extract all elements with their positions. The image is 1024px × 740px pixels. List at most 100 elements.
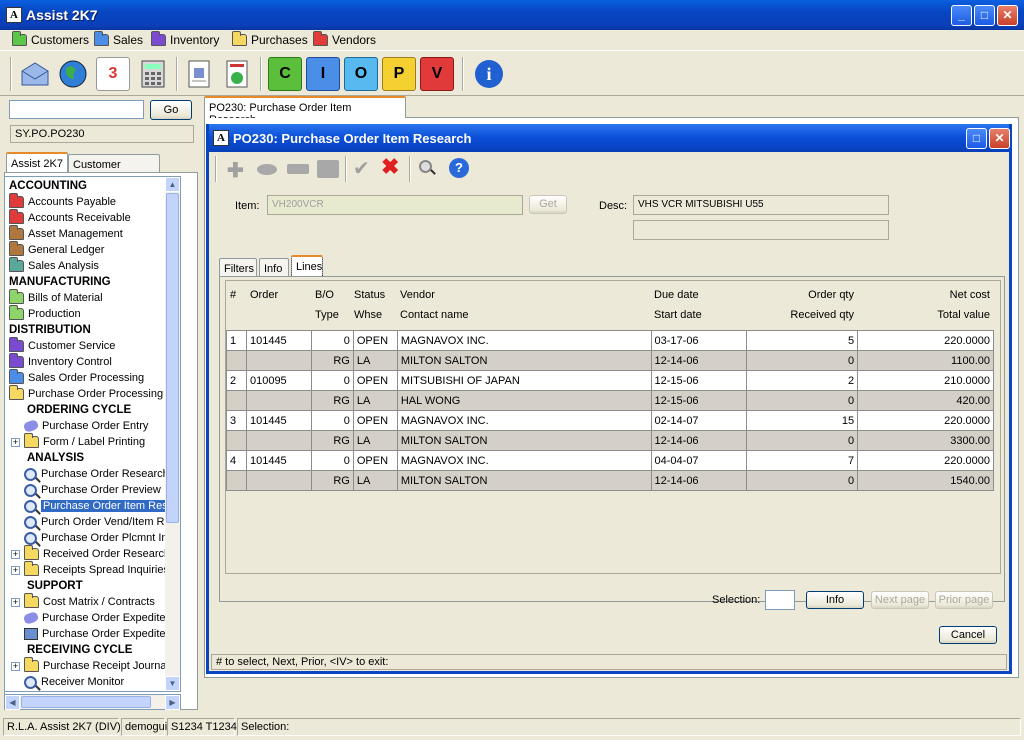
table-row[interactable]: 2 010095 0 OPEN MITSUBISHI OF JAPAN 12-15-06 2… [226, 370, 994, 391]
add-icon[interactable]: ✚ [227, 158, 244, 183]
table-row[interactable]: 3 101445 0 OPEN MAGNAVOX INC. 02-14-07 15 220.0… [226, 410, 994, 431]
scroll-down-icon[interactable]: ▼ [165, 676, 180, 691]
tree-item[interactable]: Purchase Order Plcmnt Inq [11, 530, 174, 546]
tree-item[interactable]: Purch Order Vend/Item Re [11, 514, 171, 530]
cell-empty [226, 470, 247, 491]
tree-item[interactable]: + Received Order Researche [11, 545, 176, 562]
expand-icon[interactable]: + [11, 597, 20, 607]
tree-item[interactable]: Purchase Order Expedite R [11, 626, 177, 642]
get-button[interactable]: Get [529, 195, 567, 214]
table-subrow[interactable]: RG LA MILTON SALTON 12-14-06 0 3300.00 [226, 430, 994, 451]
tree-item[interactable]: Production [9, 305, 81, 322]
scroll-left-icon[interactable]: ◀ [5, 695, 20, 710]
scroll-thumb[interactable] [166, 193, 179, 523]
orders-shortcut-button[interactable]: O [344, 57, 378, 91]
table-subrow[interactable]: RG LA HAL WONG 12-15-06 0 420.00 [226, 390, 994, 411]
tree-item[interactable]: + Receipts Spread Inquiries [11, 561, 169, 578]
chart-report-icon[interactable] [220, 57, 254, 91]
menu-inventory[interactable]: Inventory [151, 31, 219, 48]
go-button[interactable]: Go [150, 100, 192, 120]
vendors-shortcut-button[interactable]: V [420, 57, 454, 91]
tree-item[interactable]: Purchase Order Expedite E [11, 610, 176, 626]
calendar-icon[interactable]: 3 [96, 57, 130, 91]
selection-input[interactable] [765, 590, 795, 610]
info-icon[interactable]: i [472, 57, 506, 91]
tab-assist-2k7[interactable]: Assist 2K7 [6, 152, 68, 174]
report-icon[interactable] [182, 57, 216, 91]
delete-line-icon[interactable] [287, 164, 309, 174]
tree-item[interactable]: Bills of Material [9, 289, 103, 306]
cancel-button[interactable]: Cancel [939, 626, 997, 644]
minimize-button[interactable]: _ [951, 5, 972, 26]
menu-customers[interactable]: Customers [12, 31, 89, 48]
tree-item[interactable]: Sales Order Processing [9, 369, 144, 386]
info-button[interactable]: Info [806, 591, 864, 609]
tree-item[interactable]: Purchase Order Item Rese [11, 498, 176, 514]
tab-filters[interactable]: Filters [219, 258, 257, 277]
table-subrow[interactable]: RG LA MILTON SALTON 12-14-06 0 1540.00 [226, 470, 994, 491]
tree-item[interactable]: General Ledger [9, 241, 104, 258]
scroll-up-icon[interactable]: ▲ [165, 177, 180, 192]
expand-icon[interactable]: + [11, 661, 20, 671]
tree-hscrollbar[interactable]: ◀ ▶ [4, 694, 181, 710]
next-page-button[interactable]: Next page [871, 591, 929, 609]
tree-item[interactable]: Receiver Monitor [11, 674, 124, 690]
tree-item[interactable]: Sales Analysis [9, 257, 99, 274]
menu-sales[interactable]: Sales [94, 31, 143, 48]
tree-item[interactable]: Accounts Receivable [9, 209, 131, 226]
cell-num: 3 [226, 410, 247, 431]
desc-label: Desc: [599, 200, 628, 212]
tab-customer-service[interactable]: Customer Service [68, 154, 160, 183]
table-subrow[interactable]: RG LA MILTON SALTON 12-14-06 0 1100.00 [226, 350, 994, 371]
tree-item[interactable]: + Form / Label Printing [11, 433, 145, 450]
cell-contact: MILTON SALTON [396, 350, 652, 371]
tab-lines[interactable]: Lines [291, 255, 323, 277]
accept-icon[interactable]: ✔ [353, 156, 370, 181]
hscroll-thumb[interactable] [21, 696, 151, 708]
dialog-maximize-button[interactable]: □ [966, 128, 987, 149]
search-icon[interactable] [419, 160, 432, 176]
tree-item[interactable]: + Purchase Receipt Journal [11, 657, 169, 674]
tree-item[interactable]: Purchase Order Entry [11, 418, 148, 434]
tree-item[interactable]: Accounts Payable [9, 193, 116, 210]
tree-item[interactable]: Purchase Order Processing [9, 385, 163, 402]
cell-status: OPEN [352, 410, 398, 431]
cell-net-cost: 220.0000 [857, 410, 994, 431]
table-row[interactable]: 1 101445 0 OPEN MAGNAVOX INC. 03-17-06 5 220.00… [226, 330, 994, 351]
expand-icon[interactable]: + [11, 565, 20, 575]
tree-item[interactable]: Customer Service [9, 337, 115, 354]
customers-shortcut-button[interactable]: C [268, 57, 302, 91]
tree-item[interactable]: Purchase Order Preview [11, 482, 161, 498]
close-button[interactable]: ✕ [997, 5, 1018, 26]
expand-icon[interactable]: + [11, 437, 20, 447]
menu-purchases[interactable]: Purchases [232, 31, 308, 48]
tree-item[interactable]: Asset Management [9, 225, 123, 242]
inventory-shortcut-button[interactable]: I [306, 57, 340, 91]
help-icon[interactable]: ? [449, 158, 469, 178]
menu-bar: Customers Sales Inventory Purchases Vend… [0, 30, 1024, 50]
calculator-icon[interactable] [136, 57, 170, 91]
maximize-button[interactable]: □ [974, 5, 995, 26]
tree-item[interactable]: Purchase Order Research [11, 466, 169, 482]
dialog-close-button[interactable]: ✕ [989, 128, 1010, 149]
tab-info[interactable]: Info [259, 258, 289, 277]
globe-icon[interactable] [56, 57, 90, 91]
expand-icon[interactable]: + [11, 549, 20, 559]
tab-po230[interactable]: PO230: Purchase Order Item Research [204, 96, 406, 126]
purchases-shortcut-button[interactable]: P [382, 57, 416, 91]
scroll-right-icon[interactable]: ▶ [165, 695, 180, 710]
print-icon[interactable] [317, 160, 339, 178]
prior-page-button[interactable]: Prior page [935, 591, 993, 609]
tree-scrollbar[interactable]: ▲ ▼ [165, 177, 180, 691]
tree-item-label: ACCOUNTING [9, 180, 87, 192]
item-field[interactable]: VH200VCR [267, 195, 523, 215]
tree-item[interactable]: + Cost Matrix / Contracts [11, 593, 155, 610]
link-icon[interactable] [257, 164, 277, 175]
mail-icon[interactable] [18, 57, 52, 91]
tree-item-label: Purchase Order Expedite R [42, 628, 177, 640]
table-row[interactable]: 4 101445 0 OPEN MAGNAVOX INC. 04-04-07 7 220.00… [226, 450, 994, 471]
menu-vendors[interactable]: Vendors [313, 31, 376, 48]
search-input[interactable] [9, 100, 144, 119]
cancel-x-icon[interactable]: ✖ [381, 154, 399, 180]
tree-item[interactable]: Inventory Control [9, 353, 112, 370]
